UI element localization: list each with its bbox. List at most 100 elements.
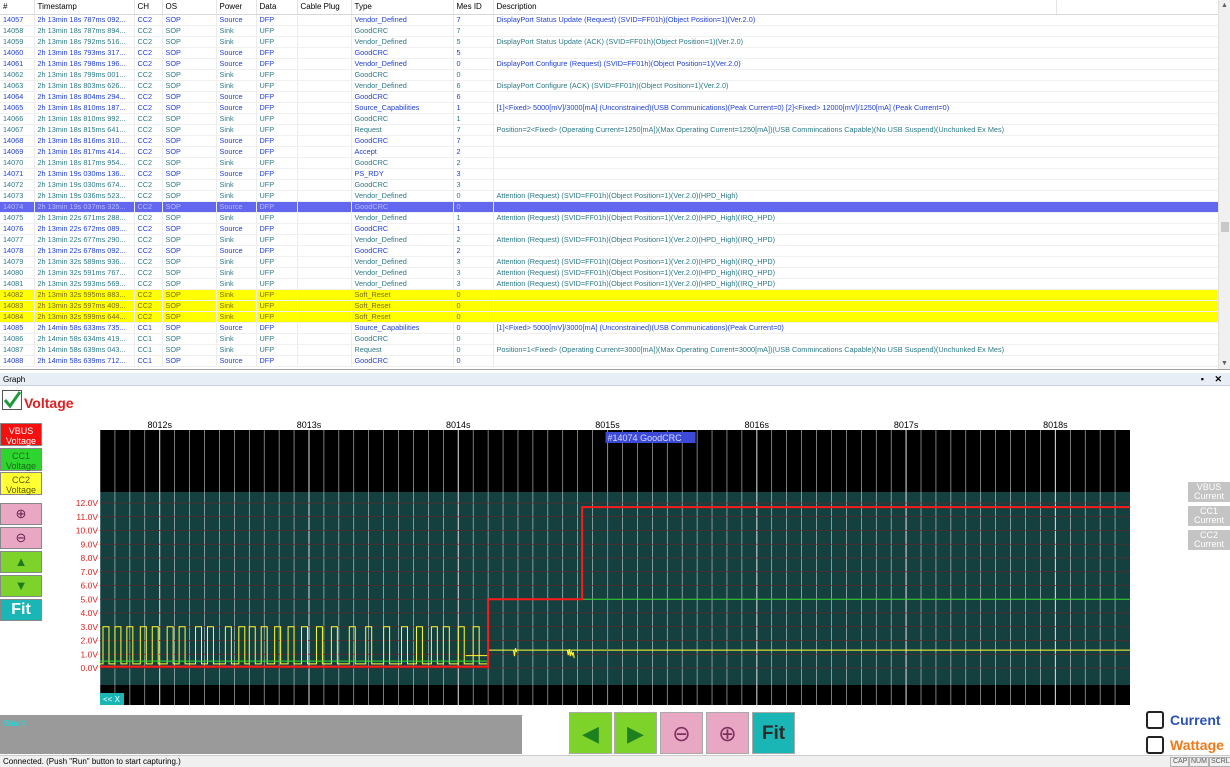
prev-button[interactable]: ◀: [569, 712, 612, 754]
table-row[interactable]: 14061 2h 13min 18s 798ms 196... CC2 SOP Sour…: [0, 58, 1219, 70]
table-row[interactable]: 14078 2h 13min 22s 678ms 092... CC2 SOP Sour…: [0, 245, 1219, 257]
col-os[interactable]: OS: [162, 0, 217, 15]
col-description[interactable]: Description: [493, 0, 1057, 15]
col-ch[interactable]: CH: [134, 0, 163, 15]
col-power[interactable]: Power: [216, 0, 257, 15]
cc2-current-toggle[interactable]: CC2 Current: [1188, 530, 1230, 550]
voltage-checkbox[interactable]: [2, 390, 22, 410]
cell-data: DFP: [256, 146, 298, 158]
table-row[interactable]: 14059 2h 13min 18s 792ms 516... CC2 SOP Sink…: [0, 36, 1219, 48]
table-row[interactable]: 14064 2h 13min 18s 804ms 294... CC2 SOP Sour…: [0, 91, 1219, 103]
cell-data: DFP: [256, 223, 298, 235]
table-row[interactable]: 14063 2h 13min 18s 803ms 626... CC2 SOP Sink…: [0, 80, 1219, 92]
current-checkbox[interactable]: [1146, 711, 1164, 729]
vbus-current-toggle[interactable]: VBUS Current: [1188, 482, 1230, 502]
table-row[interactable]: 14087 2h 14min 58s 639ms 043... CC1 SOP Sink…: [0, 344, 1219, 356]
table-row[interactable]: 14077 2h 13min 22s 677ms 290... CC2 SOP Sink…: [0, 234, 1219, 246]
cc1-current-toggle[interactable]: CC1 Current: [1188, 506, 1230, 526]
cell-power: Sink: [216, 256, 257, 268]
cell-ch: CC2: [134, 223, 163, 235]
wattage-checkbox[interactable]: [1146, 736, 1164, 754]
table-row[interactable]: 14083 2h 13min 32s 597ms 409... CC2 SOP Sink…: [0, 300, 1219, 312]
zoom-in-x-button[interactable]: ⊕: [706, 712, 749, 754]
cell-timestamp: 2h 13min 18s 810ms 992...: [34, 113, 135, 125]
col-type[interactable]: Type: [351, 0, 454, 15]
table-row[interactable]: 14060 2h 13min 18s 793ms 317... CC2 SOP Sour…: [0, 47, 1219, 59]
scroll-down-arrow-icon[interactable]: ▼: [1219, 358, 1230, 369]
cell-type: GoodCRC: [351, 355, 454, 367]
table-row[interactable]: 14088 2h 14min 58s 639ms 712... CC1 SOP Sour…: [0, 355, 1219, 367]
col-timestamp[interactable]: Timestamp: [34, 0, 135, 15]
table-row[interactable]: 14058 2h 13min 18s 787ms 894... CC2 SOP Sink…: [0, 25, 1219, 37]
cell-os: SOP: [162, 289, 217, 301]
cell-type: GoodCRC: [351, 91, 454, 103]
scroll-thumb[interactable]: [1221, 222, 1229, 232]
fit-x-button[interactable]: Fit: [752, 712, 795, 754]
table-row[interactable]: 14084 2h 13min 32s 599ms 644... CC2 SOP Sink…: [0, 311, 1219, 323]
cell-cable-plug: [297, 47, 352, 59]
cell-number: 14065: [0, 102, 35, 114]
voltage-graph[interactable]: #14074 GoodCRC << X: [100, 430, 1130, 705]
cell-type: GoodCRC: [351, 69, 454, 81]
cell-cable-plug: [297, 256, 352, 268]
table-row[interactable]: 14067 2h 13min 18s 815ms 641... CC2 SOP Sink…: [0, 124, 1219, 136]
table-row[interactable]: 14081 2h 13min 32s 593ms 569... CC2 SOP Sink…: [0, 278, 1219, 290]
cell-os: SOP: [162, 157, 217, 169]
table-row[interactable]: 14068 2h 13min 18s 816ms 310... CC2 SOP Sour…: [0, 135, 1219, 147]
table-row[interactable]: 14079 2h 13min 32s 589ms 936... CC2 SOP Sink…: [0, 256, 1219, 268]
cell-mes-id: 2: [453, 157, 494, 169]
cell-cable-plug: [297, 91, 352, 103]
table-row[interactable]: 14082 2h 13min 32s 595ms 883... CC2 SOP Sink…: [0, 289, 1219, 301]
cell-power: Sink: [216, 289, 257, 301]
table-row[interactable]: 14072 2h 13min 19s 030ms 674... CC2 SOP Sink…: [0, 179, 1219, 191]
table-row[interactable]: 14075 2h 13min 22s 671ms 288... CC2 SOP Sink…: [0, 212, 1219, 224]
table-row[interactable]: 14071 2h 13min 19s 030ms 136... CC2 SOP Sour…: [0, 168, 1219, 180]
cell-filler: [1056, 322, 1219, 334]
zoom-out-x-button[interactable]: ⊖: [660, 712, 703, 754]
cell-filler: [1056, 245, 1219, 257]
col-data[interactable]: Data: [256, 0, 298, 15]
table-row[interactable]: 14073 2h 13min 19s 036ms 523... CC2 SOP Sink…: [0, 190, 1219, 202]
cell-cable-plug: [297, 344, 352, 356]
cell-timestamp: 2h 13min 18s 817ms 954...: [34, 157, 135, 169]
table-scrollbar[interactable]: ▲ ▼: [1218, 0, 1230, 369]
table-row[interactable]: 14080 2h 13min 32s 591ms 767... CC2 SOP Sink…: [0, 267, 1219, 279]
cell-os: SOP: [162, 355, 217, 367]
cell-mes-id: 0: [453, 300, 494, 312]
table-row[interactable]: 14085 2h 14min 58s 633ms 735... CC1 SOP Sour…: [0, 322, 1219, 334]
cell-timestamp: 2h 13min 18s 799ms 001...: [34, 69, 135, 81]
table-row[interactable]: 14062 2h 13min 18s 799ms 001... CC2 SOP Sink…: [0, 69, 1219, 81]
cell-cable-plug: [297, 113, 352, 125]
col-mes-id[interactable]: Mes ID: [453, 0, 494, 15]
table-row[interactable]: 14086 2h 14min 58s 634ms 419... CC1 SOP Sink…: [0, 333, 1219, 345]
cell-type: Source_Capabilities: [351, 102, 454, 114]
cell-number: 14081: [0, 278, 35, 290]
table-row[interactable]: 14069 2h 13min 18s 817ms 414... CC2 SOP Sour…: [0, 146, 1219, 158]
cell-mes-id: 1: [453, 223, 494, 235]
col-cable-plug[interactable]: Cable Plug: [297, 0, 352, 15]
cell-filler: [1056, 135, 1219, 147]
col-number[interactable]: #: [0, 0, 35, 15]
cell-os: SOP: [162, 124, 217, 136]
cell-filler: [1056, 102, 1219, 114]
table-row[interactable]: 14070 2h 13min 18s 817ms 954... CC2 SOP Sink…: [0, 157, 1219, 169]
cell-cable-plug: [297, 80, 352, 92]
table-row[interactable]: 14076 2h 13min 22s 672ms 089... CC2 SOP Sour…: [0, 223, 1219, 235]
table-row[interactable]: 14057 2h 13min 18s 787ms 092... CC2 SOP Sour…: [0, 14, 1219, 26]
cell-ch: CC2: [134, 135, 163, 147]
cell-type: Vendor_Defined: [351, 234, 454, 246]
table-row[interactable]: 14065 2h 13min 18s 810ms 187... CC2 SOP Sour…: [0, 102, 1219, 114]
cell-power: Sink: [216, 333, 257, 345]
panel-pin-close-icons[interactable]: ▪ ✕: [1201, 374, 1226, 385]
cell-description: [493, 146, 1056, 158]
table-body: 14057 2h 13min 18s 787ms 092... CC2 SOP Sour…: [0, 14, 1219, 367]
cell-power: Source: [216, 322, 257, 334]
table-row[interactable]: 14074 2h 13min 19s 037ms 325... CC2 SOP Sour…: [0, 201, 1219, 213]
scroll-up-arrow-icon[interactable]: ▲: [1219, 0, 1230, 11]
cell-ch: CC2: [134, 234, 163, 246]
next-button[interactable]: ▶: [614, 712, 657, 754]
cell-number: 14087: [0, 344, 35, 356]
cell-type: Vendor_Defined: [351, 278, 454, 290]
cell-data: DFP: [256, 201, 298, 213]
table-row[interactable]: 14066 2h 13min 18s 810ms 992... CC2 SOP Sink…: [0, 113, 1219, 125]
